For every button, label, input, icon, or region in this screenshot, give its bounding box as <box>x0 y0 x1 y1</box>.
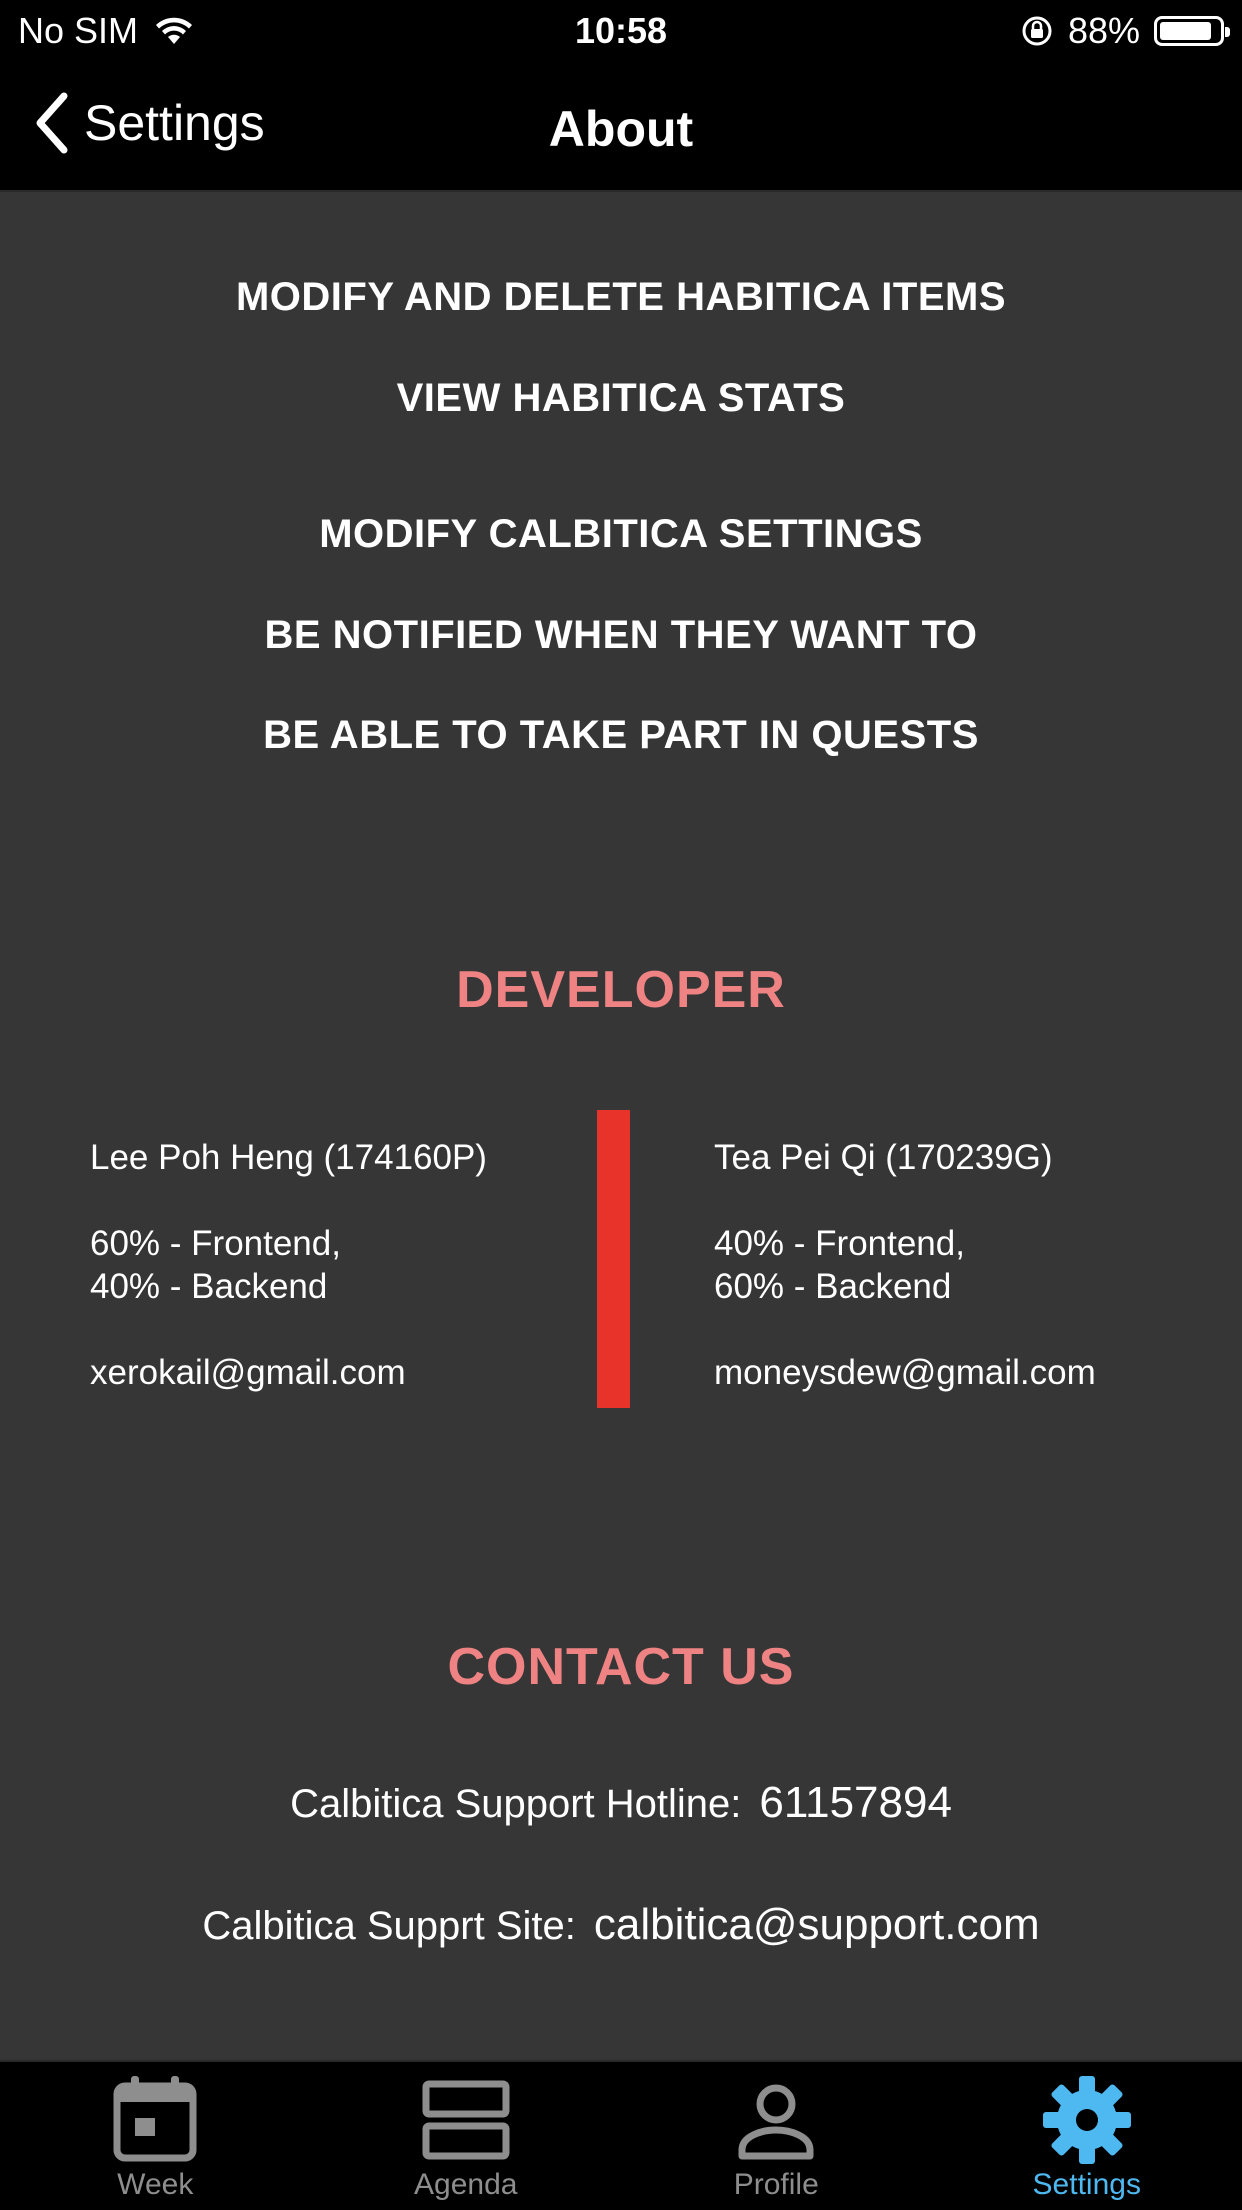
developer-frontend-share: 60% - Frontend, <box>90 1222 487 1265</box>
developer-card: Tea Pei Qi (170239G) 40% - Frontend, 60%… <box>714 1136 1096 1394</box>
support-site-value[interactable]: calbitica@support.com <box>594 1900 1040 1949</box>
tab-label: Agenda <box>414 2168 517 2202</box>
permission-item: BE NOTIFIED WHEN THEY WANT TO <box>0 613 1242 658</box>
support-site-label: Calbitica Supprt Site: <box>202 1904 576 1948</box>
developer-backend-share: 60% - Backend <box>714 1265 1096 1308</box>
developer-frontend-share: 40% - Frontend, <box>714 1222 1096 1265</box>
support-hotline-row: Calbitica Support Hotline: 61157894 <box>0 1778 1242 1828</box>
permission-item: MODIFY AND DELETE HABITICA ITEMS <box>0 275 1242 320</box>
person-icon <box>728 2072 824 2168</box>
permission-item: BE ABLE TO TAKE PART IN QUESTS <box>0 713 1242 758</box>
calendar-icon <box>107 2072 203 2168</box>
tab-label: Settings <box>1033 2168 1141 2202</box>
tab-label: Week <box>117 2168 193 2202</box>
support-site-row: Calbitica Supprt Site: calbitica@support.… <box>0 1900 1242 1950</box>
tab-week[interactable]: Week <box>0 2062 311 2210</box>
developer-name: Tea Pei Qi (170239G) <box>714 1136 1096 1179</box>
tab-bar: Week Agenda Profile <box>0 2060 1242 2210</box>
support-hotline-value[interactable]: 61157894 <box>759 1778 952 1827</box>
agenda-icon <box>418 2072 514 2168</box>
support-hotline-label: Calbitica Support Hotline: <box>290 1782 741 1826</box>
navigation-bar: Settings About <box>0 62 1242 192</box>
gear-icon <box>1039 2072 1135 2168</box>
status-bar: No SIM 10:58 88% <box>0 0 1242 62</box>
developer-backend-share: 40% - Backend <box>90 1265 487 1308</box>
orientation-lock-icon <box>1020 14 1054 48</box>
permission-item: MODIFY CALBITICA SETTINGS <box>0 512 1242 557</box>
tab-profile[interactable]: Profile <box>621 2062 932 2210</box>
battery-icon <box>1154 16 1224 46</box>
status-right: 88% <box>1020 10 1224 52</box>
developer-heading: DEVELOPER <box>0 960 1242 1020</box>
developer-name: Lee Poh Heng (174160P) <box>90 1136 487 1179</box>
tab-agenda[interactable]: Agenda <box>311 2062 622 2210</box>
developer-card: Lee Poh Heng (174160P) 60% - Frontend, 4… <box>90 1136 487 1394</box>
developer-divider <box>597 1110 630 1408</box>
developer-email: xerokail@gmail.com <box>90 1351 487 1394</box>
developer-email: moneysdew@gmail.com <box>714 1351 1096 1394</box>
battery-percent: 88% <box>1068 10 1140 52</box>
permission-item: VIEW HABITICA STATS <box>0 376 1242 421</box>
tab-label: Profile <box>734 2168 819 2202</box>
page-title: About <box>0 100 1242 158</box>
battery-fill <box>1160 22 1211 40</box>
contact-heading: CONTACT US <box>0 1637 1242 1697</box>
tab-settings[interactable]: Settings <box>932 2062 1242 2210</box>
